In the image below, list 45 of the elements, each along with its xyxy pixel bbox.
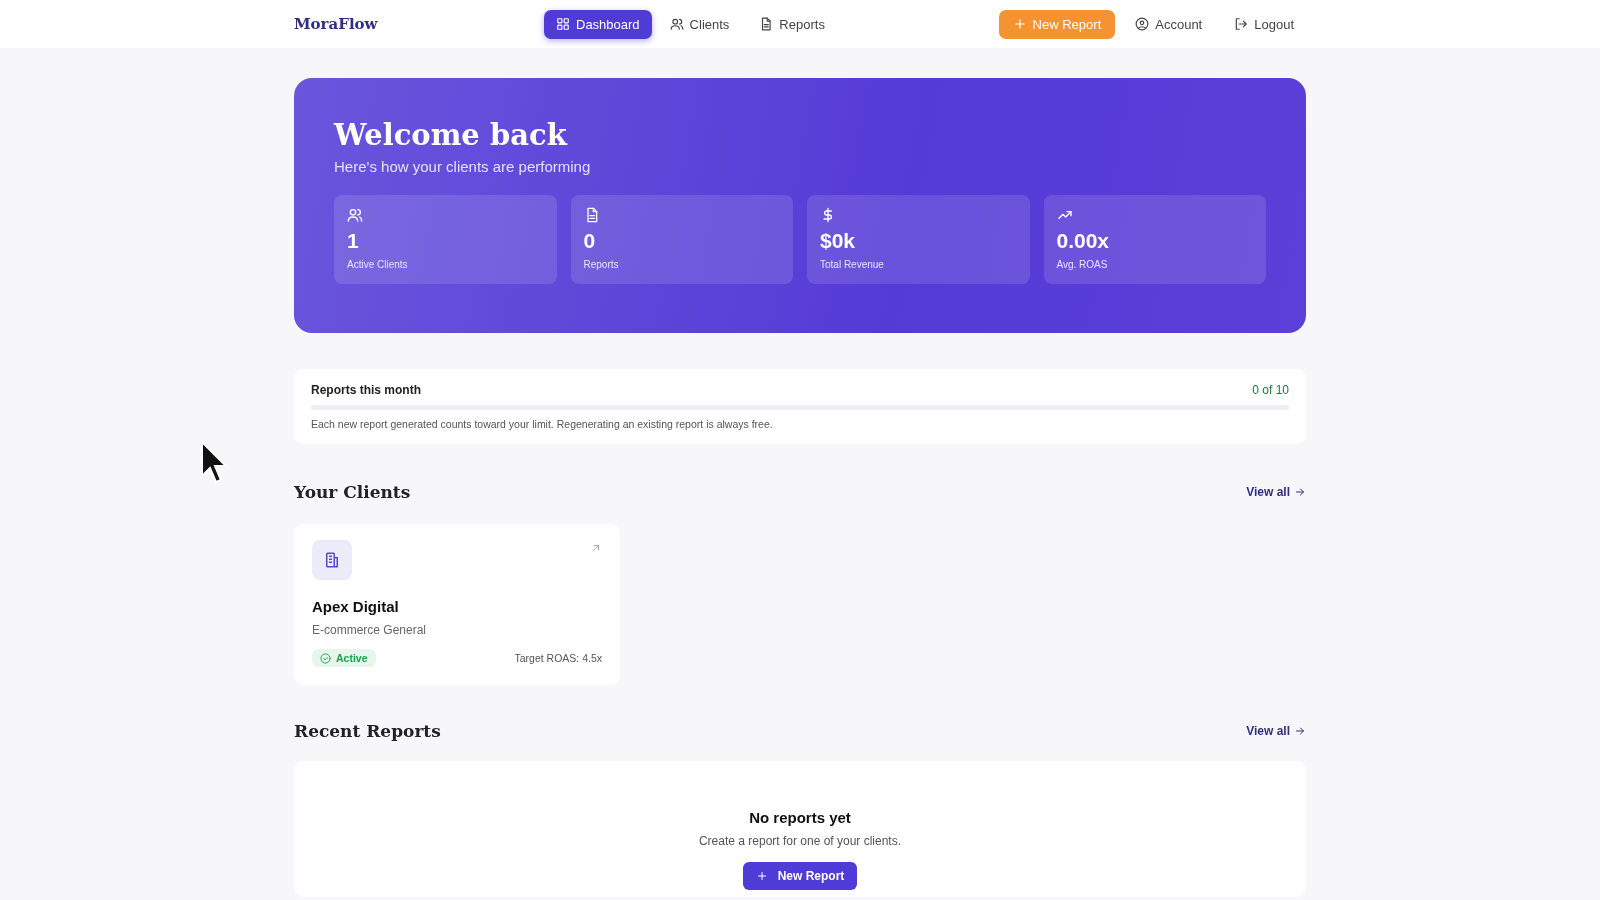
usage-count: 0 of 10 (1252, 383, 1289, 397)
pointer-icon (200, 440, 228, 486)
view-all-link[interactable]: View all (1246, 485, 1306, 499)
new-report-button[interactable]: New Report (742, 862, 858, 890)
stat-value: 1 (347, 229, 360, 253)
nav-tab[interactable]: Reports (747, 9, 837, 39)
usage-note: Each new report generated counts toward your limit. Regenerating an existing report is always free. (311, 418, 774, 430)
users-icon (669, 17, 684, 31)
plus-icon (755, 870, 768, 882)
plus-icon (1012, 17, 1027, 31)
stat-label: Reports (583, 259, 620, 270)
stat-label: Total Revenue (820, 259, 885, 270)
usage-title: Reports this month (311, 383, 421, 397)
empty-text: Create a report for one of your clients. (698, 834, 902, 848)
users-icon (347, 207, 363, 223)
building-icon (312, 540, 352, 580)
document-icon (759, 17, 774, 31)
stat-value: $0k (820, 229, 857, 253)
arrow-right-icon (1294, 486, 1306, 498)
logout-icon (1234, 17, 1249, 31)
user-circle-icon (1135, 17, 1150, 31)
view-all-link[interactable]: View all (1246, 724, 1306, 738)
stat-label: Avg. ROAS (1056, 259, 1109, 270)
welcome-title: Welcome back (334, 118, 569, 152)
arrow-up-right-icon (590, 542, 602, 554)
arrow-right-icon (1294, 725, 1306, 737)
section-title: Your Clients (294, 482, 411, 502)
nav-link[interactable]: Account (1123, 9, 1215, 39)
target-roas: Target ROAS: 4.5x (514, 652, 602, 664)
check-circle-icon (320, 652, 331, 664)
client-name: Apex Digital (312, 598, 400, 615)
grid-icon (556, 17, 570, 31)
nav-link[interactable]: Logout (1222, 9, 1306, 39)
status-badge: Active (312, 649, 376, 667)
stat-value: 0.00x (1056, 229, 1111, 253)
section-title: Recent Reports (294, 721, 441, 741)
client-card[interactable]: Apex Digital E-commerce General Active Target ROAS: 4.5x (294, 524, 620, 685)
welcome-subtitle: Here's how your clients are performing (334, 158, 592, 175)
empty-title: No reports yet (749, 809, 851, 826)
client-category: E-commerce General (312, 623, 428, 637)
brand-logo[interactable]: MoraFlow (294, 15, 544, 33)
nav-tab[interactable]: Dashboard (544, 9, 652, 39)
nav-tab[interactable]: Clients (657, 9, 742, 39)
stat-label: Active Clients (347, 259, 409, 270)
stat-value: 0 (583, 229, 597, 253)
